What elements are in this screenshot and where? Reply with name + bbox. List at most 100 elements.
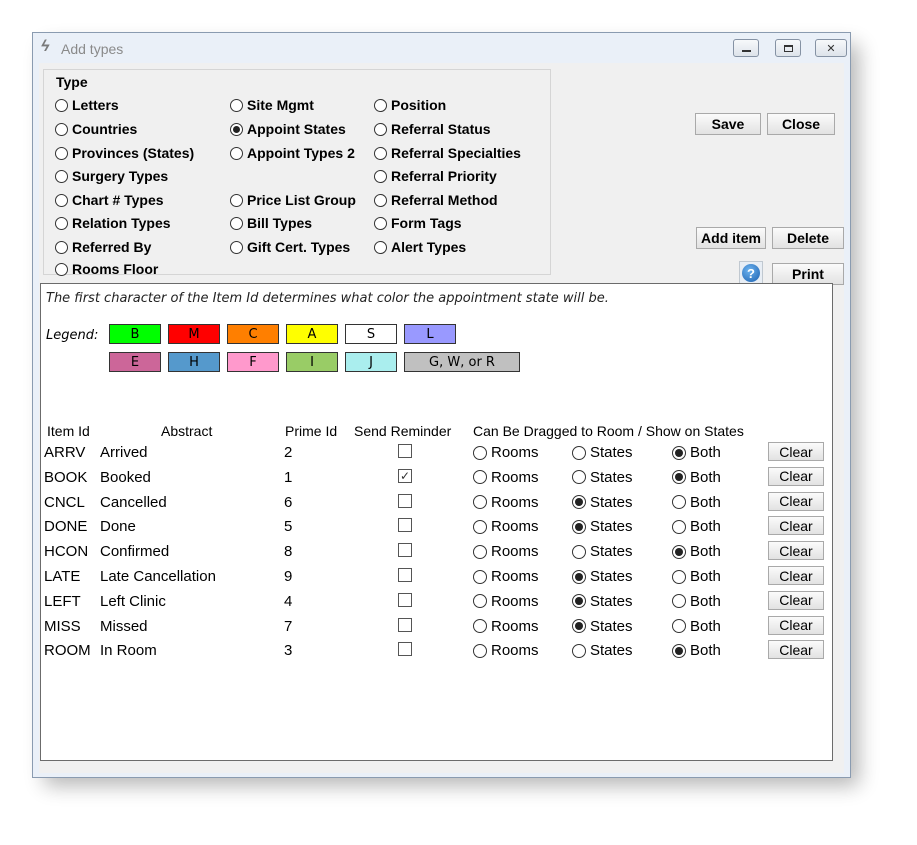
drag-option-rooms[interactable]: Rooms: [473, 593, 539, 610]
send-reminder-checkbox[interactable]: [398, 642, 412, 657]
prime-id-cell: 1: [284, 468, 293, 486]
clear-button[interactable]: Clear: [768, 541, 824, 561]
legend-swatch: C: [227, 324, 279, 344]
send-reminder-checkbox[interactable]: ✓: [398, 468, 412, 483]
type-option-provinces[interactable]: Provinces (States): [55, 145, 194, 161]
drag-option-label: Both: [690, 617, 721, 635]
drag-option-both[interactable]: Both: [672, 444, 721, 461]
send-reminder-checkbox[interactable]: [398, 444, 412, 458]
delete-button[interactable]: Delete: [772, 227, 844, 249]
drag-option-label: Both: [690, 568, 721, 585]
send-reminder-checkbox[interactable]: [398, 543, 412, 558]
radio-icon: [672, 594, 686, 609]
prime-id-cell: 5: [284, 518, 293, 536]
drag-option-both[interactable]: Both: [672, 618, 721, 635]
radio-icon: [55, 216, 68, 230]
type-option-bill-types[interactable]: Bill Types: [230, 215, 312, 231]
minimize-button[interactable]: [733, 39, 759, 57]
type-option-referral-specialties[interactable]: Referral Specialties: [374, 145, 521, 161]
drag-option-both[interactable]: Both: [672, 543, 721, 560]
send-reminder-checkbox[interactable]: [398, 592, 412, 607]
drag-option-states[interactable]: States: [572, 518, 633, 535]
clear-button[interactable]: Clear: [768, 516, 824, 536]
drag-option-rooms[interactable]: Rooms: [473, 543, 539, 560]
type-option-chart-types[interactable]: Chart # Types: [55, 192, 164, 208]
type-option-referral-method[interactable]: Referral Method: [374, 192, 498, 208]
item-id-cell: LEFT: [44, 592, 81, 610]
drag-option-rooms[interactable]: Rooms: [473, 568, 539, 585]
clear-button[interactable]: Clear: [768, 491, 824, 511]
type-option-position[interactable]: Position: [374, 97, 446, 113]
type-option-site-mgmt[interactable]: Site Mgmt: [230, 97, 314, 113]
drag-option-states[interactable]: States: [572, 543, 633, 560]
drag-option-rooms[interactable]: Rooms: [473, 469, 539, 486]
clear-button[interactable]: Clear: [768, 590, 824, 610]
save-button[interactable]: Save: [695, 113, 761, 135]
drag-option-states[interactable]: States: [572, 469, 633, 486]
drag-option-both[interactable]: Both: [672, 593, 721, 610]
table-row: CNCL Cancelled 6 Rooms States Both Clear: [41, 491, 831, 515]
clear-button[interactable]: Clear: [768, 442, 824, 461]
type-option-relation-types[interactable]: Relation Types: [55, 215, 171, 231]
radio-selected-icon: [572, 569, 586, 584]
type-option-form-tags[interactable]: Form Tags: [374, 215, 462, 231]
radio-icon: [473, 495, 487, 510]
type-option-appoint-types-2[interactable]: Appoint Types 2: [230, 145, 355, 161]
type-option-price-list-group[interactable]: Price List Group: [230, 192, 356, 208]
header-prime-id: Prime Id: [285, 423, 338, 439]
drag-option-rooms[interactable]: Rooms: [473, 518, 539, 535]
drag-option-both[interactable]: Both: [672, 469, 721, 486]
drag-option-both[interactable]: Both: [672, 494, 721, 511]
clear-button[interactable]: Clear: [768, 640, 824, 660]
radio-icon: [672, 569, 686, 584]
type-option-referred-by[interactable]: Referred By: [55, 239, 151, 255]
type-option-referral-priority[interactable]: Referral Priority: [374, 168, 497, 184]
drag-option-states[interactable]: States: [572, 568, 633, 585]
drag-option-both[interactable]: Both: [672, 568, 721, 585]
type-option-rooms-floor[interactable]: Rooms Floor: [55, 261, 158, 277]
drag-option-rooms[interactable]: Rooms: [473, 494, 539, 511]
abstract-cell: Done: [100, 518, 136, 536]
radio-icon: [374, 216, 387, 230]
drag-option-states[interactable]: States: [572, 618, 633, 635]
table-row: DONE Done 5 Rooms States Both Clear: [41, 515, 831, 539]
type-option-letters[interactable]: Letters: [55, 97, 119, 113]
abstract-cell: Late Cancellation: [100, 568, 216, 585]
drag-option-states[interactable]: States: [572, 593, 633, 610]
drag-option-both[interactable]: Both: [672, 642, 721, 659]
item-id-cell: MISS: [44, 617, 81, 635]
clear-button[interactable]: Clear: [768, 466, 824, 486]
maximize-button[interactable]: [775, 39, 801, 57]
drag-option-rooms[interactable]: Rooms: [473, 618, 539, 635]
type-option-appoint-states[interactable]: Appoint States: [230, 121, 346, 137]
type-option-alert-types[interactable]: Alert Types: [374, 239, 466, 255]
type-option-surgery-types[interactable]: Surgery Types: [55, 168, 168, 184]
type-option-countries[interactable]: Countries: [55, 121, 137, 137]
send-reminder-checkbox[interactable]: [398, 568, 412, 582]
help-button[interactable]: ?: [739, 261, 763, 285]
print-button[interactable]: Print: [772, 263, 844, 285]
send-reminder-checkbox[interactable]: [398, 493, 412, 508]
drag-option-rooms[interactable]: Rooms: [473, 642, 539, 659]
drag-option-both[interactable]: Both: [672, 518, 721, 535]
title-bar[interactable]: ϟ Add types ✕: [33, 33, 850, 63]
client-area: Type Letters Countries Provinces (States…: [39, 63, 844, 773]
clear-button[interactable]: Clear: [768, 566, 824, 585]
type-group-label: Type: [54, 74, 90, 90]
send-reminder-checkbox[interactable]: [398, 518, 412, 533]
close-window-button[interactable]: ✕: [815, 39, 847, 57]
drag-option-states[interactable]: States: [572, 444, 633, 461]
type-option-referral-status[interactable]: Referral Status: [374, 121, 491, 137]
drag-option-rooms[interactable]: Rooms: [473, 444, 539, 461]
drag-option-states[interactable]: States: [572, 494, 633, 511]
drag-option-states[interactable]: States: [572, 642, 633, 659]
send-reminder-checkbox[interactable]: [398, 617, 412, 632]
drag-option-label: Rooms: [491, 444, 539, 461]
window-title: Add types: [61, 41, 124, 57]
abstract-cell: Confirmed: [100, 543, 170, 561]
clear-button[interactable]: Clear: [768, 615, 824, 635]
close-button[interactable]: Close: [767, 113, 835, 135]
add-item-button[interactable]: Add item: [696, 227, 766, 249]
type-option-gift-cert-types[interactable]: Gift Cert. Types: [230, 239, 350, 255]
radio-icon: [374, 98, 387, 112]
